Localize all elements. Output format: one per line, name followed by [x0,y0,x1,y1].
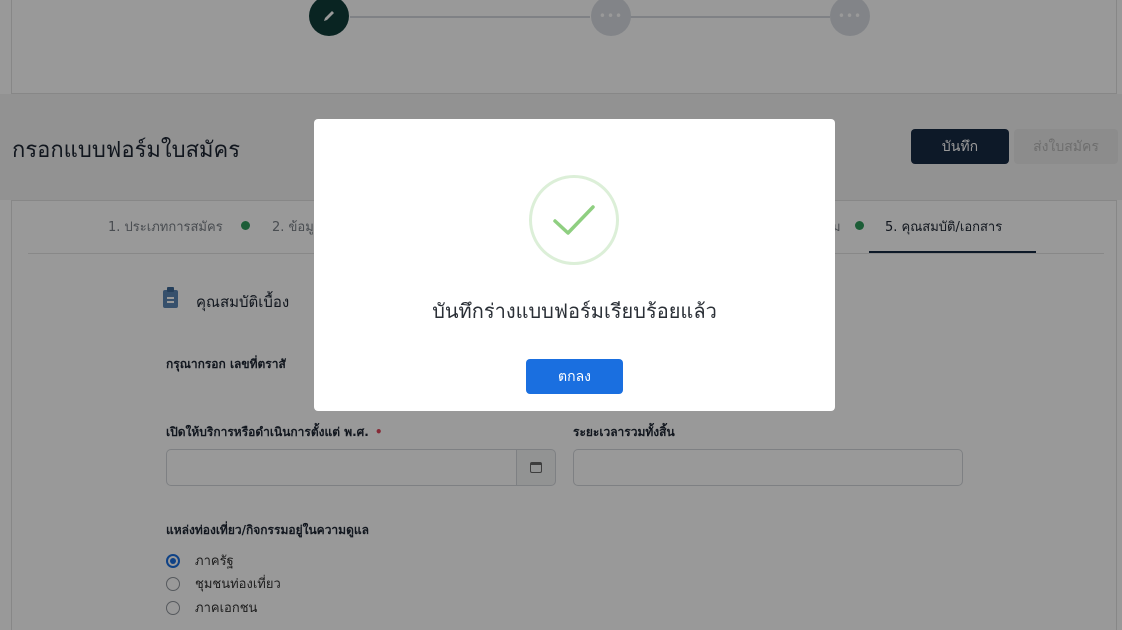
checkmark-icon [553,205,595,235]
dialog-message: บันทึกร่างแบบฟอร์มเรียบร้อยแล้ว [432,299,717,323]
success-ring [529,175,619,265]
ok-button[interactable]: ตกลง [526,359,623,394]
success-dialog: บันทึกร่างแบบฟอร์มเรียบร้อยแล้ว ตกลง [314,119,835,411]
